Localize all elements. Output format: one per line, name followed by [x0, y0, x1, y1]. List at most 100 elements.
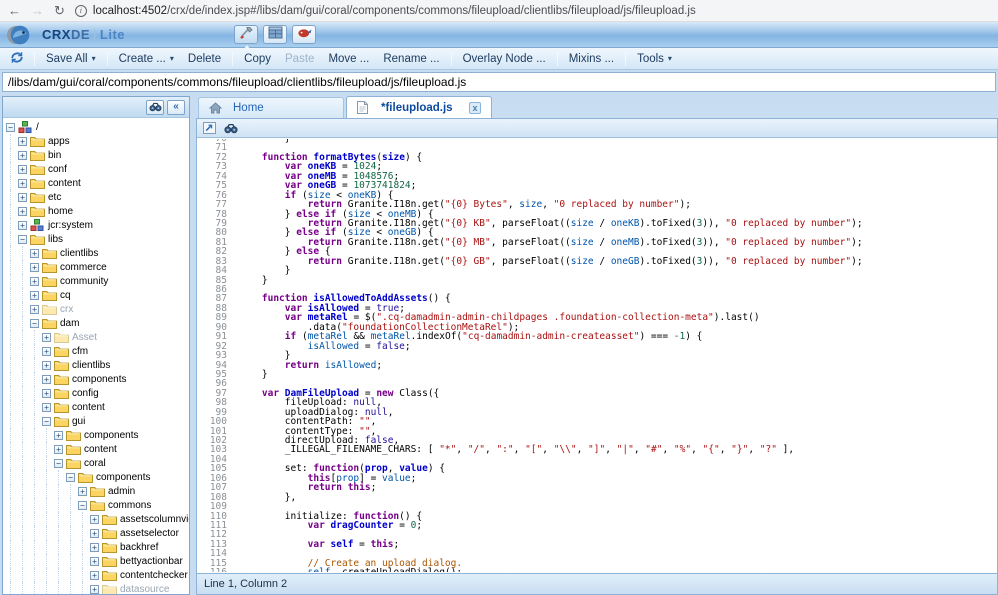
expand-icon[interactable]: + [18, 179, 27, 188]
overlay-node-button[interactable]: Overlay Node ... [456, 51, 553, 67]
expand-icon[interactable]: + [42, 375, 51, 384]
tab-home[interactable]: Home [198, 97, 344, 118]
tree-node-libs[interactable]: −libs [3, 232, 189, 246]
find-icon[interactable] [222, 121, 240, 136]
expand-icon[interactable]: + [54, 431, 63, 440]
expand-icon[interactable]: + [18, 221, 27, 230]
file-icon [357, 101, 372, 114]
expand-icon[interactable]: + [90, 557, 99, 566]
expand-icon[interactable]: + [90, 543, 99, 552]
expand-icon[interactable]: + [90, 585, 99, 594]
code-editor[interactable]: 70 }7172 function formatBytes(size) {73 … [197, 139, 997, 572]
tree-node-content[interactable]: +content [3, 400, 189, 414]
tree-node-home[interactable]: +home [3, 204, 189, 218]
expand-icon[interactable]: + [90, 515, 99, 524]
tools-button[interactable]: Tools▾ [630, 51, 679, 67]
expand-icon[interactable]: + [42, 333, 51, 342]
expand-icon[interactable]: + [42, 389, 51, 398]
tree-node-clientlibs[interactable]: +clientlibs [3, 358, 189, 372]
collapse-icon[interactable]: − [30, 319, 39, 328]
save-all-button[interactable]: Save All▾ [39, 51, 103, 67]
refresh-icon[interactable] [6, 50, 28, 68]
page-url[interactable]: localhost:4502/crx/de/index.jsp#/libs/da… [93, 5, 696, 17]
collapse-icon[interactable]: − [42, 417, 51, 426]
cubes-icon [18, 121, 33, 134]
tree-node-components[interactable]: +components [3, 428, 189, 442]
tree-node-apps[interactable]: +apps [3, 134, 189, 148]
tree-node-conf[interactable]: +conf [3, 162, 189, 176]
tree-node-clientlibs[interactable]: +clientlibs [3, 246, 189, 260]
collapse-icon[interactable]: − [54, 459, 63, 468]
tree-node-crx[interactable]: +crx [3, 302, 189, 316]
tree-node-components[interactable]: +components [3, 372, 189, 386]
expand-icon[interactable]: + [18, 193, 27, 202]
tree-node-assetscolumnview[interactable]: +assetscolumnview [3, 512, 189, 526]
expand-icon[interactable]: + [78, 487, 87, 496]
paste-button[interactable]: Paste [278, 51, 321, 67]
delete-button[interactable]: Delete [181, 51, 228, 67]
tab--fileupload.js[interactable]: *fileupload.jsx [346, 96, 492, 118]
node-path-input[interactable] [2, 72, 996, 92]
create-button[interactable]: Create ...▾ [112, 51, 181, 67]
tree-node-components[interactable]: −components [3, 470, 189, 484]
tree-node-cfm[interactable]: +cfm [3, 344, 189, 358]
tree-node-content[interactable]: +content [3, 442, 189, 456]
tree-node-cq[interactable]: +cq [3, 288, 189, 302]
tree-node-commons[interactable]: −commons [3, 498, 189, 512]
tree-node-datasource[interactable]: +datasource [3, 582, 189, 594]
expand-icon[interactable]: + [42, 347, 51, 356]
rename-button[interactable]: Rename ... [376, 51, 446, 67]
expand-icon[interactable]: + [90, 529, 99, 538]
expand-icon[interactable]: + [30, 263, 39, 272]
tree-node-bin[interactable]: +bin [3, 148, 189, 162]
tree-node-gui[interactable]: −gui [3, 414, 189, 428]
tree-node-community[interactable]: +community [3, 274, 189, 288]
move-button[interactable]: Move ... [321, 51, 376, 67]
expand-icon[interactable]: + [18, 137, 27, 146]
collapse-icon[interactable]: − [78, 501, 87, 510]
cubes-icon [30, 219, 45, 232]
reload-icon[interactable]: ↻ [54, 4, 65, 17]
expand-icon[interactable]: + [42, 403, 51, 412]
forward-icon[interactable]: → [31, 4, 44, 17]
tree-node-contentchecker[interactable]: +contentchecker [3, 568, 189, 582]
tree-node-backhref[interactable]: +backhref [3, 540, 189, 554]
tree-node-commerce[interactable]: +commerce [3, 260, 189, 274]
search-icon[interactable] [146, 100, 164, 115]
package-share-button[interactable] [292, 25, 316, 44]
expand-icon[interactable]: + [30, 291, 39, 300]
crxde-mode-button[interactable] [234, 25, 258, 44]
tree-node-coral[interactable]: −coral [3, 456, 189, 470]
url-field[interactable]: i localhost:4502/crx/de/index.jsp#/libs/… [75, 2, 990, 20]
info-icon[interactable]: i [75, 5, 87, 17]
expand-icon[interactable]: + [18, 165, 27, 174]
copy-button[interactable]: Copy [237, 51, 278, 67]
expand-icon[interactable]: + [30, 249, 39, 258]
expand-icon[interactable]: + [42, 361, 51, 370]
tree-node-config[interactable]: +config [3, 386, 189, 400]
expand-icon[interactable]: + [54, 445, 63, 454]
back-icon[interactable]: ← [8, 4, 21, 17]
tree-node--[interactable]: −/ [3, 120, 189, 134]
package-manager-button[interactable] [263, 25, 287, 44]
expand-icon[interactable]: + [30, 277, 39, 286]
expand-icon[interactable]: + [90, 571, 99, 580]
collapse-icon[interactable]: − [66, 473, 75, 482]
expand-icon[interactable]: + [18, 151, 27, 160]
tree-node-assetselector[interactable]: +assetselector [3, 526, 189, 540]
mixins-button[interactable]: Mixins ... [562, 51, 621, 67]
close-icon[interactable]: x [469, 102, 481, 114]
tree-node-etc[interactable]: +etc [3, 190, 189, 204]
collapse-panel-icon[interactable]: « [167, 100, 185, 115]
tree-node-jcr-system[interactable]: +jcr:system [3, 218, 189, 232]
tree-node-content[interactable]: +content [3, 176, 189, 190]
tree-node-dam[interactable]: −dam [3, 316, 189, 330]
tree-node-admin[interactable]: +admin [3, 484, 189, 498]
expand-icon[interactable]: + [30, 305, 39, 314]
tree-node-asset[interactable]: +Asset [3, 330, 189, 344]
expand-icon[interactable]: + [18, 207, 27, 216]
collapse-icon[interactable]: − [6, 123, 15, 132]
collapse-icon[interactable]: − [18, 235, 27, 244]
tree-node-bettyactionbar[interactable]: +bettyactionbar [3, 554, 189, 568]
document-action-icon[interactable] [201, 121, 218, 136]
